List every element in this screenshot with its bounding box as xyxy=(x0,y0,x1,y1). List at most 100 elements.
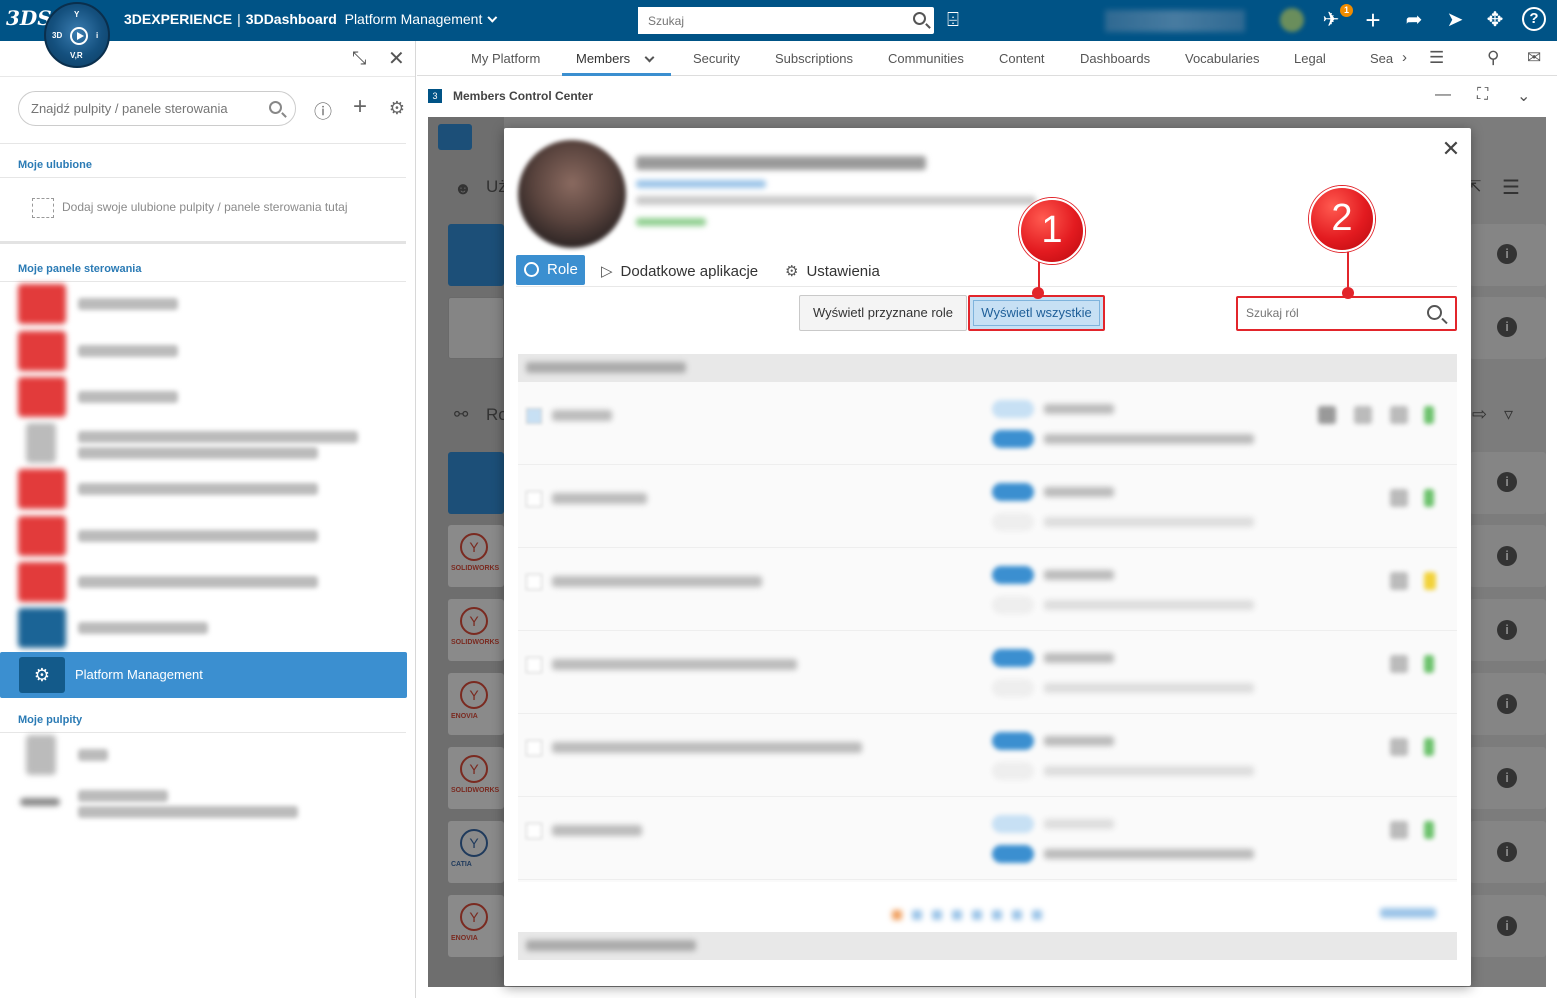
compass-top-label: Y xyxy=(74,10,80,19)
dialog-tabs-divider xyxy=(516,286,1457,287)
show-all-button[interactable]: Wyświetl wszystkie xyxy=(968,295,1105,331)
tab-additional-apps[interactable]: ▷ Dodatkowe aplikacje xyxy=(601,262,758,280)
info-icon[interactable]: ⓘ xyxy=(312,98,334,124)
divider xyxy=(0,177,406,178)
dashboard-item[interactable] xyxy=(18,469,408,509)
next-page-link[interactable] xyxy=(1380,908,1436,918)
callout-connector xyxy=(1347,250,1349,292)
tag-icon[interactable]: ⌹ xyxy=(947,9,959,32)
search-icon[interactable] xyxy=(269,101,282,114)
tab-content[interactable]: Content xyxy=(999,51,1045,66)
global-search[interactable] xyxy=(638,7,934,34)
dashboard-tab-item[interactable] xyxy=(18,735,408,775)
play-icon xyxy=(70,27,88,45)
member-name xyxy=(636,156,926,170)
app-context: Platform Management xyxy=(344,11,483,27)
role-group-header[interactable] xyxy=(518,932,1457,960)
role-row[interactable] xyxy=(518,548,1457,631)
compass-apps-icon[interactable]: ✥ xyxy=(1482,7,1508,33)
tab-settings[interactable]: ⚙ Ustawienia xyxy=(785,262,880,280)
dashboard-item[interactable] xyxy=(18,608,408,648)
product-card: Y ENOVIA xyxy=(448,673,504,735)
search-people-icon[interactable]: ⚲ xyxy=(1487,48,1499,68)
tab-members[interactable]: Members xyxy=(576,51,630,66)
dashboard-item[interactable] xyxy=(18,516,408,556)
tab-communities[interactable]: Communities xyxy=(888,51,964,66)
tab-my-platform[interactable]: My Platform xyxy=(471,51,540,66)
info-icon: i xyxy=(1497,842,1517,862)
info-icon: i xyxy=(1497,546,1517,566)
add-icon[interactable]: + xyxy=(1360,7,1386,33)
role-row[interactable] xyxy=(518,631,1457,714)
global-search-input[interactable] xyxy=(638,7,898,34)
dashboard-item[interactable] xyxy=(18,331,408,371)
product-card: Y CATIA xyxy=(448,821,504,883)
tab-legal[interactable]: Legal xyxy=(1294,51,1326,66)
chevron-down-icon[interactable] xyxy=(644,52,655,63)
divider xyxy=(0,241,406,244)
info-icon: i xyxy=(1497,620,1517,640)
compass-left-label: 3D xyxy=(52,31,63,40)
search-icon[interactable] xyxy=(1427,305,1442,320)
show-assigned-roles-button[interactable]: Wyświetl przyznane role xyxy=(799,295,967,331)
divider xyxy=(0,281,406,282)
expand-icon[interactable]: ⤡ xyxy=(352,48,366,69)
dashboard-item-label: Platform Management xyxy=(75,667,203,682)
tab-subscriptions[interactable]: Subscriptions xyxy=(775,51,853,66)
dashboard-item[interactable] xyxy=(18,423,408,463)
member-status xyxy=(636,218,706,226)
pagination[interactable] xyxy=(892,908,1092,920)
role-search-input[interactable] xyxy=(1246,306,1416,320)
product-card: Y SOLIDWORKS xyxy=(448,599,504,661)
avatar[interactable] xyxy=(1280,8,1304,32)
role-row[interactable] xyxy=(518,465,1457,548)
role-group-header[interactable] xyxy=(518,354,1457,382)
add-icon[interactable]: + xyxy=(349,93,371,121)
scrollbar[interactable] xyxy=(408,145,414,845)
help-icon[interactable]: ? xyxy=(1522,7,1546,31)
search-icon[interactable] xyxy=(913,12,926,25)
dashboard-item[interactable] xyxy=(18,377,408,417)
info-icon: i xyxy=(1497,317,1517,337)
chevron-down-icon[interactable]: ⌄ xyxy=(1517,86,1530,106)
favorites-hint: Dodaj swoje ulubione pulpity / panele st… xyxy=(32,198,348,218)
tab-list-icon[interactable]: ☰ xyxy=(1429,48,1444,68)
tab-roles[interactable]: Role xyxy=(516,255,585,285)
tab-search[interactable]: Sea xyxy=(1370,51,1393,66)
divider xyxy=(0,732,406,733)
role-row[interactable] xyxy=(518,382,1457,465)
add-role-button xyxy=(448,452,504,514)
role-row[interactable] xyxy=(518,714,1457,797)
role-search[interactable] xyxy=(1236,296,1457,331)
minimize-icon[interactable]: — xyxy=(1435,86,1451,104)
dashboard-search[interactable] xyxy=(18,91,296,126)
comment-icon[interactable]: ✉ xyxy=(1527,48,1541,68)
compass-right-label: i xyxy=(96,31,99,40)
fullscreen-icon[interactable]: ⛶ xyxy=(1477,86,1488,104)
app-title[interactable]: 3DEXPERIENCE | 3DDashboard Platform Manage… xyxy=(124,11,498,27)
tab-dashboards[interactable]: Dashboards xyxy=(1080,51,1150,66)
dashboard-search-input[interactable] xyxy=(31,101,261,116)
chevron-right-icon[interactable]: › xyxy=(1402,49,1407,66)
users-icon: ☻ xyxy=(454,179,472,198)
role-list xyxy=(518,382,1457,882)
close-icon[interactable]: ✕ xyxy=(388,46,405,71)
tab-security[interactable]: Security xyxy=(693,51,740,66)
share-icon[interactable]: ➦ xyxy=(1401,7,1427,33)
dashboard-item[interactable] xyxy=(18,562,408,602)
user-name[interactable] xyxy=(1105,10,1245,32)
dashboard-item-platform-management[interactable]: ⚙ Platform Management xyxy=(0,652,407,698)
dashboard-tab-item[interactable] xyxy=(18,782,408,822)
gear-icon[interactable]: ⚙ xyxy=(386,98,408,119)
compass-button[interactable]: Y 3D i V,R xyxy=(44,2,110,68)
role-row[interactable] xyxy=(518,797,1457,880)
tab-vocabularies[interactable]: Vocabularies xyxy=(1185,51,1259,66)
social-icon[interactable]: ➤ xyxy=(1442,7,1468,33)
callout-2: 2 xyxy=(1309,186,1375,252)
member-photo xyxy=(518,140,626,248)
tab-additional-apps-label: Dodatkowe aplikacje xyxy=(620,263,759,280)
close-icon[interactable]: ✕ xyxy=(1439,136,1463,162)
dashboard-item[interactable] xyxy=(18,284,408,324)
active-tab-indicator xyxy=(562,73,671,76)
notification-badge: 1 xyxy=(1340,4,1353,17)
